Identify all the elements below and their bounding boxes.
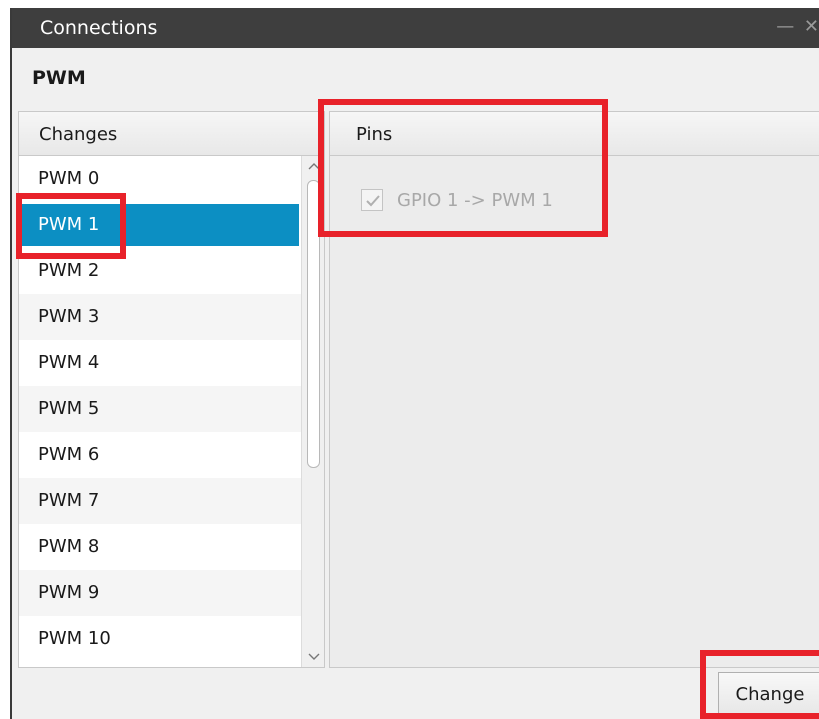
changes-header-label: Changes	[39, 124, 118, 145]
window-title: Connections	[40, 17, 158, 39]
changes-panel: Changes PWM 0 PWM 1 PWM 2 PWM 3 PWM 4 PWM 5 PW…	[18, 111, 325, 668]
list-item[interactable]: PWM 10	[19, 616, 301, 662]
connections-window: Connections — ✕ PWM Changes PWM 0 PWM 1 PW…	[10, 8, 819, 719]
pins-header: Pins	[330, 112, 819, 156]
window-controls[interactable]: — ✕	[776, 16, 819, 37]
list-item[interactable]: PWM 9	[19, 570, 301, 616]
list-item[interactable]: PWM 3	[19, 294, 301, 340]
list-item[interactable]: PWM 6	[19, 432, 301, 478]
changes-header: Changes	[19, 112, 324, 156]
section-title: PWM	[32, 67, 86, 89]
changes-scrollbar[interactable]	[301, 156, 324, 667]
list-item[interactable]: PWM 4	[19, 340, 301, 386]
list-item[interactable]: PWM 0	[19, 156, 301, 202]
pin-label: GPIO 1 -> PWM 1	[397, 189, 553, 211]
pin-row: GPIO 1 -> PWM 1	[361, 185, 553, 215]
list-item-selected[interactable]: PWM 1	[21, 204, 299, 246]
list-item[interactable]: PWM 5	[19, 386, 301, 432]
list-item[interactable]: PWM 2	[19, 248, 301, 294]
change-button[interactable]: Change	[718, 672, 819, 718]
pin-checkbox[interactable]	[361, 189, 383, 211]
scrollbar-thumb[interactable]	[307, 180, 320, 468]
title-bar[interactable]: Connections — ✕	[12, 8, 819, 48]
chevron-up-icon[interactable]	[302, 156, 325, 176]
check-icon	[366, 195, 380, 207]
chevron-down-icon[interactable]	[302, 647, 325, 667]
changes-list: PWM 0 PWM 1 PWM 2 PWM 3 PWM 4 PWM 5 PWM 6 PWM 7…	[19, 156, 301, 667]
list-item[interactable]: PWM 8	[19, 524, 301, 570]
pins-panel: Pins GPIO 1 -> PWM 1	[329, 111, 819, 668]
list-item[interactable]: PWM 7	[19, 478, 301, 524]
pins-header-label: Pins	[356, 124, 393, 145]
